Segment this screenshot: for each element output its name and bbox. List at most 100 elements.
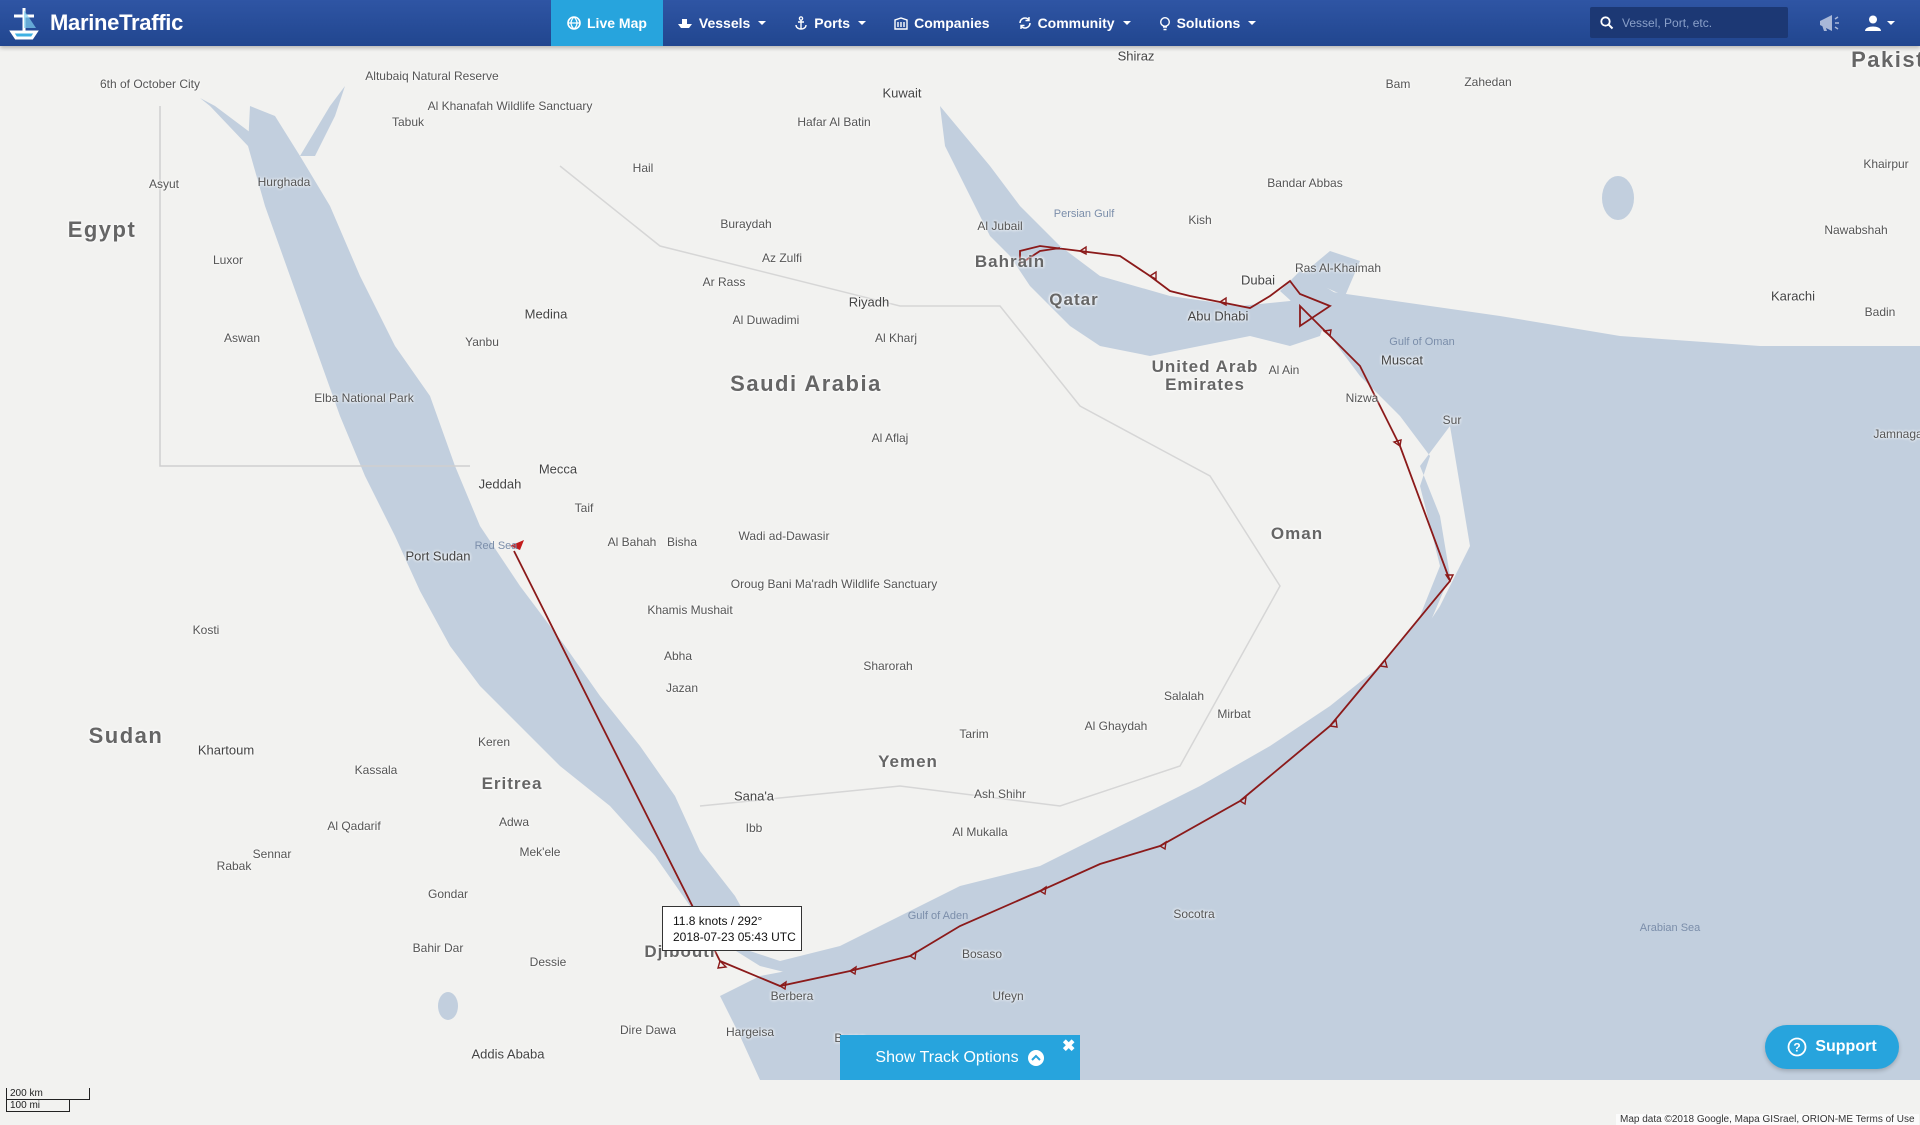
map-label-gondar: Gondar: [427, 887, 469, 901]
chevron-down-icon: [1887, 21, 1895, 25]
map-label-pakistan: Pakist: [1851, 47, 1920, 72]
map-label-wadi-ad-dawasir: Wadi ad-Dawasir: [738, 529, 830, 543]
map-label-kosti: Kosti: [192, 623, 220, 637]
map-label-asyut: Asyut: [148, 177, 180, 191]
map-label-al-duwadimi: Al Duwadimi: [732, 313, 800, 327]
map-label-buraydah: Buraydah: [720, 217, 772, 231]
support-button[interactable]: ? Support: [1765, 1025, 1899, 1069]
chevron-down-icon: [1122, 21, 1131, 25]
map-label-sur: Sur: [1442, 413, 1462, 427]
map-label-al-khanafah: Al Khanafah Wildlife Sanctuary: [427, 99, 593, 113]
map-label-khamis-mushait: Khamis Mushait: [647, 603, 733, 617]
search-box: [1590, 7, 1788, 38]
map-label-ash-shihr: Ash Shihr: [973, 787, 1027, 801]
main-nav: Live Map Vessels Ports Companies Communi…: [551, 0, 1270, 46]
map-label-khairpur: Khairpur: [1863, 157, 1909, 171]
map-label-rabak: Rabak: [216, 859, 252, 873]
map-label-mecca: Mecca: [538, 461, 578, 477]
map-label-sennar: Sennar: [252, 847, 292, 861]
map-canvas[interactable]: [0, 46, 1920, 1080]
map-label-dire-dawa: Dire Dawa: [619, 1023, 677, 1037]
nav-companies[interactable]: Companies: [880, 0, 1003, 46]
user-menu-button[interactable]: [1864, 10, 1895, 36]
nav-solutions-label: Solutions: [1176, 15, 1241, 31]
map-label-6th-october: 6th of October City: [99, 77, 201, 91]
map-label-sharorah: Sharorah: [863, 659, 913, 673]
map-label-zahedan: Zahedan: [1464, 75, 1512, 89]
map-label-ras-al-khaimah: Ras Al-Khaimah: [1294, 261, 1382, 275]
map-label-shiraz: Shiraz: [1117, 48, 1155, 64]
map-label-tarim: Tarim: [959, 727, 989, 741]
nav-community[interactable]: Community: [1004, 0, 1145, 46]
map-label-jazan: Jazan: [665, 681, 699, 695]
map-label-eritrea: Eritrea: [481, 774, 543, 793]
map-label-red-sea: Red Sea: [474, 540, 518, 552]
tooltip-time: 2018-07-23 05:43 UTC: [673, 930, 796, 944]
map-label-port-sudan: Port Sudan: [405, 548, 471, 564]
map-label-jamnagar: Jamnagar: [1873, 427, 1920, 441]
map-label-saudi-arabia: Saudi Arabia: [730, 371, 882, 396]
show-track-options-button[interactable]: Show Track Options: [840, 1035, 1080, 1080]
map-label-nizwa: Nizwa: [1345, 391, 1379, 405]
svg-text:?: ?: [1794, 1041, 1801, 1055]
nav-vessels[interactable]: Vessels: [663, 0, 780, 46]
refresh-icon: [1018, 17, 1031, 29]
chevron-down-icon: [858, 21, 867, 25]
close-track-options-icon[interactable]: ✖: [1062, 1036, 1075, 1056]
map-label-medina: Medina: [524, 306, 568, 322]
map-label-al-jubail: Al Jubail: [977, 219, 1023, 233]
map-label-al-ain: Al Ain: [1268, 363, 1300, 377]
ship-logo-icon: [9, 8, 39, 40]
map-label-mekele: Mek'ele: [519, 845, 561, 859]
map-label-abha: Abha: [663, 649, 693, 663]
nav-ports[interactable]: Ports: [780, 0, 880, 46]
map-label-altubaiq: Altubaiq Natural Reserve: [365, 69, 499, 83]
map-label-bam: Bam: [1385, 77, 1411, 91]
map-label-abu-dhabi: Abu Dhabi: [1187, 308, 1249, 324]
map-label-bisha: Bisha: [666, 535, 698, 549]
nav-live-map-label: Live Map: [587, 15, 647, 31]
map-label-bahir-dar: Bahir Dar: [412, 941, 464, 955]
announcements-button[interactable]: [1818, 10, 1840, 36]
scale-km: 200 km: [6, 1088, 90, 1100]
map-label-hail: Hail: [632, 161, 654, 175]
nav-solutions[interactable]: Solutions: [1145, 0, 1271, 46]
nav-live-map[interactable]: Live Map: [551, 0, 663, 46]
chevron-up-circle-icon: [1027, 1049, 1044, 1066]
map-label-yemen: Yemen: [878, 752, 938, 771]
map-label-oman: Oman: [1270, 524, 1324, 543]
map-label-mirbat: Mirbat: [1217, 707, 1251, 721]
map-label-dessie: Dessie: [529, 955, 567, 969]
map-label-al-aflaj: Al Aflaj: [871, 431, 909, 445]
map-label-gulf-of-aden: Gulf of Aden: [907, 910, 969, 922]
map-label-al-ghaydah: Al Ghaydah: [1084, 719, 1148, 733]
map-label-ar-rass: Ar Rass: [702, 275, 746, 289]
live-map[interactable]: Egypt Sudan Eritrea Djibouti Saudi Arabi…: [0, 46, 1920, 1125]
support-label: Support: [1815, 1038, 1877, 1055]
search-input[interactable]: [1620, 14, 1784, 31]
map-label-ufeyn: Ufeyn: [992, 989, 1024, 1003]
map-attribution[interactable]: Map data ©2018 Google, Mapa GISrael, ORI…: [1616, 1114, 1919, 1125]
map-label-kuwait: Kuwait: [882, 85, 922, 101]
building-icon: [894, 16, 908, 30]
map-label-bosaso: Bosaso: [961, 947, 1003, 961]
map-label-oroug-bani: Oroug Bani Ma'radh Wildlife Sanctuary: [730, 577, 938, 591]
map-label-al-bahah: Al Bahah: [607, 535, 657, 549]
nav-companies-label: Companies: [914, 15, 990, 31]
map-label-hafar-al-batin: Hafar Al Batin: [797, 115, 871, 129]
user-icon: [1865, 15, 1881, 31]
map-scale: 200 km 100 mi: [6, 1088, 90, 1112]
map-label-nawabshah: Nawabshah: [1824, 223, 1888, 237]
nav-ports-label: Ports: [814, 15, 851, 31]
chevron-down-icon: [758, 21, 767, 25]
map-label-hargeisa: Hargeisa: [725, 1025, 775, 1039]
map-label-sudan: Sudan: [88, 723, 164, 748]
map-label-socotra: Socotra: [1173, 907, 1215, 921]
brand-logo[interactable]: MarineTraffic: [6, 4, 183, 42]
globe-icon: [567, 16, 581, 30]
map-label-persian-gulf: Persian Gulf: [1053, 208, 1115, 220]
map-label-riyadh: Riyadh: [848, 294, 890, 310]
map-label-sanaa: Sana'a: [733, 788, 775, 804]
map-label-qatar: Qatar: [1049, 290, 1099, 309]
map-label-yanbu: Yanbu: [465, 335, 499, 349]
